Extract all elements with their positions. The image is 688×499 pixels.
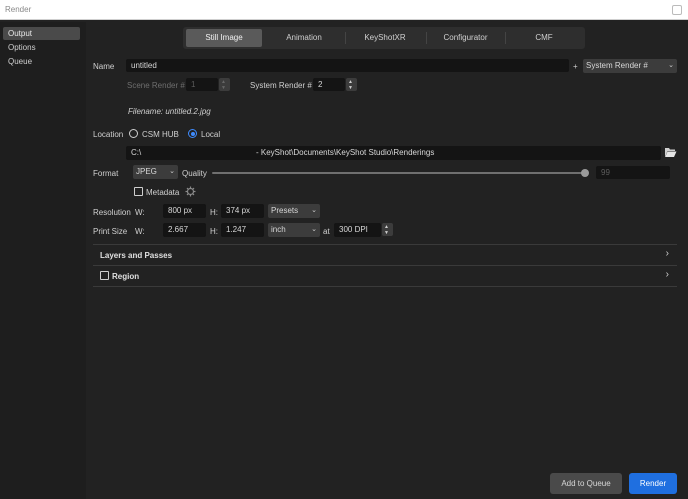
- chevron-right-icon: ›: [665, 248, 669, 259]
- add-to-queue-button[interactable]: Add to Queue: [550, 473, 622, 494]
- render-button[interactable]: Render: [629, 473, 677, 494]
- scene-render-input: 1: [186, 78, 218, 91]
- print-size-label: Print Size: [93, 227, 128, 236]
- location-label: Location: [93, 130, 124, 139]
- metadata-label: Metadata: [146, 188, 180, 197]
- sidebar: Output Options Queue: [0, 22, 86, 499]
- print-height-label: H:: [210, 227, 218, 236]
- format-label: Format: [93, 169, 119, 178]
- quality-slider[interactable]: [212, 172, 588, 174]
- name-label: Name: [93, 62, 115, 71]
- chevron-down-icon: ⌄: [311, 207, 317, 214]
- folder-open-icon[interactable]: [664, 147, 677, 158]
- section-region[interactable]: Region ›: [93, 265, 677, 287]
- metadata-checkbox[interactable]: [134, 187, 143, 196]
- window-close-button[interactable]: [672, 5, 682, 15]
- sidebar-item-queue[interactable]: Queue: [3, 55, 80, 68]
- name-plus-label: +: [573, 62, 578, 71]
- print-unit-value: inch: [271, 225, 286, 234]
- location-local-label[interactable]: Local: [201, 130, 220, 139]
- chevron-down-icon: ⌄: [311, 226, 317, 233]
- print-at-label: at: [323, 227, 330, 236]
- section-layers-and-passes-title: Layers and Passes: [100, 251, 173, 260]
- name-suffix-value: System Render #: [586, 61, 648, 70]
- chevron-down-icon: ⌄: [668, 62, 674, 69]
- scene-render-stepper: ▲ ▼: [219, 78, 230, 91]
- quality-slider-thumb[interactable]: [581, 169, 589, 177]
- resolution-width-input[interactable]: 800 px: [163, 204, 206, 218]
- location-csm-label[interactable]: CSM HUB: [142, 130, 179, 139]
- filename-preview: Filename: untitled.2.jpg: [128, 107, 211, 116]
- name-suffix-dropdown[interactable]: System Render # ⌄: [583, 59, 677, 73]
- tab-still-image[interactable]: Still Image: [186, 29, 262, 47]
- sidebar-item-options[interactable]: Options: [3, 41, 80, 54]
- section-region-title: Region: [112, 272, 140, 281]
- resolution-presets-dropdown[interactable]: Presets ⌄: [268, 204, 320, 218]
- output-path-drive: C:\: [131, 148, 142, 157]
- resolution-width-label: W:: [135, 208, 145, 217]
- resolution-label: Resolution: [93, 208, 131, 217]
- output-path-field[interactable]: C:\ - KeyShot\Documents\KeyShot Studio\R…: [126, 146, 661, 160]
- chevron-right-icon: ›: [665, 269, 669, 280]
- tab-animation[interactable]: Animation: [266, 29, 342, 47]
- window-title: Render: [5, 5, 32, 14]
- gear-icon[interactable]: [185, 186, 196, 197]
- chevron-down-icon: ⌄: [169, 168, 175, 175]
- quality-value-field[interactable]: 99: [596, 166, 670, 179]
- window-titlebar: Render: [0, 0, 688, 20]
- location-csm-radio[interactable]: [129, 129, 138, 138]
- format-dropdown[interactable]: JPEG ⌄: [133, 165, 178, 179]
- name-input[interactable]: untitled: [126, 59, 569, 72]
- tab-cmf[interactable]: CMF: [506, 29, 582, 47]
- quality-label: Quality: [182, 169, 207, 178]
- scene-render-label: Scene Render #: [127, 81, 185, 90]
- print-dpi-input[interactable]: 300 DPI: [334, 223, 381, 237]
- resolution-presets-value: Presets: [271, 206, 299, 215]
- print-dpi-stepper[interactable]: ▲ ▼: [382, 223, 393, 236]
- print-width-label: W:: [135, 227, 145, 236]
- render-mode-tabs: Still Image Animation KeyShotXR Configur…: [183, 27, 585, 49]
- tab-keyshotxr[interactable]: KeyShotXR: [346, 29, 424, 47]
- sidebar-item-output[interactable]: Output: [3, 27, 80, 40]
- section-layers-and-passes[interactable]: Layers and Passes ›: [93, 244, 677, 264]
- resolution-height-label: H:: [210, 208, 218, 217]
- system-render-input[interactable]: 2: [313, 78, 345, 91]
- system-render-label: System Render #: [250, 81, 312, 90]
- output-path-folder: - KeyShot\Documents\KeyShot Studio\Rende…: [256, 148, 435, 157]
- location-local-radio[interactable]: [188, 129, 197, 138]
- tab-configurator[interactable]: Configurator: [426, 29, 505, 47]
- system-render-stepper[interactable]: ▲ ▼: [346, 78, 357, 91]
- format-value: JPEG: [136, 167, 157, 176]
- print-width-input[interactable]: 2.667: [163, 223, 206, 237]
- print-unit-dropdown[interactable]: inch ⌄: [268, 223, 320, 237]
- resolution-height-input[interactable]: 374 px: [221, 204, 264, 218]
- print-height-input[interactable]: 1.247: [221, 223, 264, 237]
- region-checkbox[interactable]: [100, 271, 109, 280]
